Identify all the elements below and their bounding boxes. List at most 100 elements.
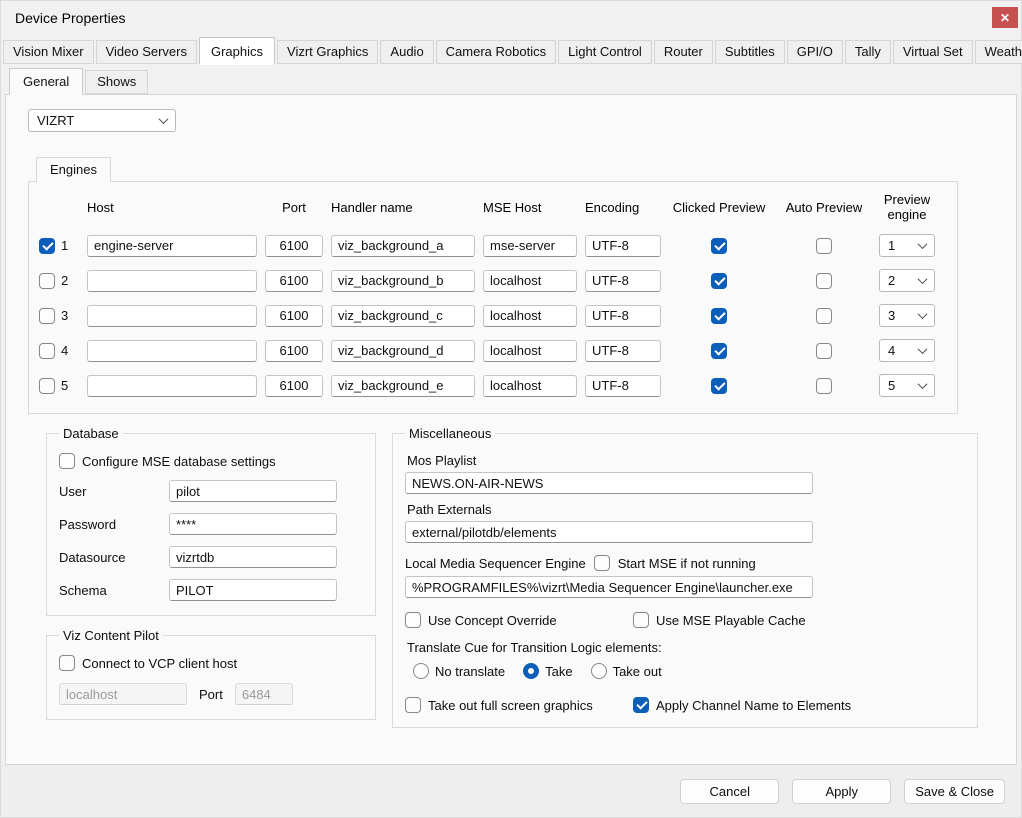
- preview-engine-select[interactable]: 2: [879, 269, 935, 292]
- path-externals-input[interactable]: [405, 521, 813, 543]
- engine-mse-host-input[interactable]: [483, 375, 577, 397]
- engine-host-input[interactable]: [87, 305, 257, 327]
- engine-port-input[interactable]: [265, 235, 323, 257]
- radio-take-out[interactable]: Take out: [591, 663, 662, 679]
- use-mse-playable-cache-label: Use MSE Playable Cache: [656, 613, 806, 628]
- miscellaneous-group: Miscellaneous Mos Playlist Path External…: [392, 426, 978, 728]
- tab-label: GPI/O: [797, 44, 833, 59]
- use-concept-override-label: Use Concept Override: [428, 613, 557, 628]
- start-mse-label: Start MSE if not running: [618, 556, 756, 571]
- start-mse-checkbox[interactable]: [594, 555, 610, 571]
- tab-video-servers[interactable]: Video Servers: [96, 40, 197, 64]
- tab-shows[interactable]: Shows: [85, 70, 148, 94]
- clicked-preview-checkbox[interactable]: [711, 308, 727, 324]
- auto-preview-checkbox[interactable]: [816, 238, 832, 254]
- preview-engine-select[interactable]: 5: [879, 374, 935, 397]
- tab-vision-mixer[interactable]: Vision Mixer: [3, 40, 94, 64]
- tab-weather[interactable]: Weather: [975, 40, 1022, 64]
- tab-router[interactable]: Router: [654, 40, 713, 64]
- tab-audio[interactable]: Audio: [380, 40, 433, 64]
- connect-vcp-checkbox[interactable]: [59, 655, 75, 671]
- apply-button[interactable]: Apply: [792, 779, 891, 804]
- engine-encoding-input[interactable]: [585, 305, 661, 327]
- engine-host-input[interactable]: [87, 270, 257, 292]
- radio-take[interactable]: Take: [523, 663, 572, 679]
- engine-port-input[interactable]: [265, 305, 323, 327]
- auto-preview-checkbox[interactable]: [816, 308, 832, 324]
- graphics-type-select[interactable]: VIZRT: [28, 109, 176, 132]
- use-concept-override-checkbox[interactable]: [405, 612, 421, 628]
- take-out-full-screen-label: Take out full screen graphics: [428, 698, 593, 713]
- engine-enabled-checkbox[interactable]: [39, 308, 55, 324]
- tab-vizrt-graphics[interactable]: Vizrt Graphics: [277, 40, 378, 64]
- engine-enabled-checkbox[interactable]: [39, 343, 55, 359]
- viz-content-pilot-legend: Viz Content Pilot: [59, 628, 163, 643]
- engine-handler-input[interactable]: [331, 340, 475, 362]
- engine-handler-input[interactable]: [331, 375, 475, 397]
- tab-general[interactable]: General: [9, 68, 83, 95]
- radio-button[interactable]: [523, 663, 539, 679]
- engine-mse-host-input[interactable]: [483, 270, 577, 292]
- tab-engines[interactable]: Engines: [36, 157, 111, 182]
- auto-preview-checkbox[interactable]: [816, 343, 832, 359]
- configure-mse-db-checkbox[interactable]: [59, 453, 75, 469]
- preview-engine-value: 1: [888, 238, 895, 253]
- preview-engine-select[interactable]: 4: [879, 339, 935, 362]
- engine-port-input[interactable]: [265, 375, 323, 397]
- engine-enabled-checkbox[interactable]: [39, 378, 55, 394]
- engine-port-input[interactable]: [265, 270, 323, 292]
- apply-channel-name-checkbox[interactable]: [633, 697, 649, 713]
- engine-encoding-input[interactable]: [585, 235, 661, 257]
- engine-encoding-input[interactable]: [585, 270, 661, 292]
- engine-handler-input[interactable]: [331, 305, 475, 327]
- engine-mse-host-input[interactable]: [483, 305, 577, 327]
- chevron-down-icon: [918, 344, 928, 354]
- schema-field[interactable]: [169, 579, 337, 601]
- tab-gpio[interactable]: GPI/O: [787, 40, 843, 64]
- cancel-button[interactable]: Cancel: [680, 779, 779, 804]
- vcp-port-field[interactable]: [235, 683, 293, 705]
- tab-light-control[interactable]: Light Control: [558, 40, 652, 64]
- engine-mse-host-input[interactable]: [483, 340, 577, 362]
- user-field[interactable]: [169, 480, 337, 502]
- clicked-preview-checkbox[interactable]: [711, 343, 727, 359]
- save-close-button[interactable]: Save & Close: [904, 779, 1005, 804]
- take-out-full-screen-checkbox[interactable]: [405, 697, 421, 713]
- engine-host-input[interactable]: [87, 340, 257, 362]
- password-field[interactable]: [169, 513, 337, 535]
- engine-host-input[interactable]: [87, 235, 257, 257]
- clicked-preview-checkbox[interactable]: [711, 378, 727, 394]
- engine-enabled-checkbox[interactable]: [39, 238, 55, 254]
- auto-preview-checkbox[interactable]: [816, 273, 832, 289]
- vcp-host-field[interactable]: [59, 683, 187, 705]
- tab-camera-robotics[interactable]: Camera Robotics: [436, 40, 556, 64]
- engine-enabled-checkbox[interactable]: [39, 273, 55, 289]
- engine-port-input[interactable]: [265, 340, 323, 362]
- radio-no-translate[interactable]: No translate: [413, 663, 505, 679]
- engine-handler-input[interactable]: [331, 270, 475, 292]
- auto-preview-checkbox[interactable]: [816, 378, 832, 394]
- clicked-preview-checkbox[interactable]: [711, 273, 727, 289]
- engine-host-input[interactable]: [87, 375, 257, 397]
- engine-encoding-input[interactable]: [585, 375, 661, 397]
- radio-button[interactable]: [591, 663, 607, 679]
- engine-encoding-input[interactable]: [585, 340, 661, 362]
- radio-button[interactable]: [413, 663, 429, 679]
- clicked-preview-checkbox[interactable]: [711, 238, 727, 254]
- tab-subtitles[interactable]: Subtitles: [715, 40, 785, 64]
- password-label: Password: [59, 517, 169, 532]
- mos-playlist-input[interactable]: [405, 472, 813, 494]
- local-mse-path-input[interactable]: [405, 576, 813, 598]
- close-button[interactable]: ✕: [992, 7, 1018, 28]
- user-label: User: [59, 484, 169, 499]
- use-mse-playable-cache-checkbox[interactable]: [633, 612, 649, 628]
- tab-virtual-set[interactable]: Virtual Set: [893, 40, 973, 64]
- preview-engine-select[interactable]: 3: [879, 304, 935, 327]
- engine-handler-input[interactable]: [331, 235, 475, 257]
- tab-graphics[interactable]: Graphics: [199, 37, 275, 65]
- engine-mse-host-input[interactable]: [483, 235, 577, 257]
- datasource-field[interactable]: [169, 546, 337, 568]
- preview-engine-select[interactable]: 1: [879, 234, 935, 257]
- main-tab-strip: Vision Mixer Video Servers Graphics Vizr…: [1, 37, 1021, 64]
- tab-tally[interactable]: Tally: [845, 40, 891, 64]
